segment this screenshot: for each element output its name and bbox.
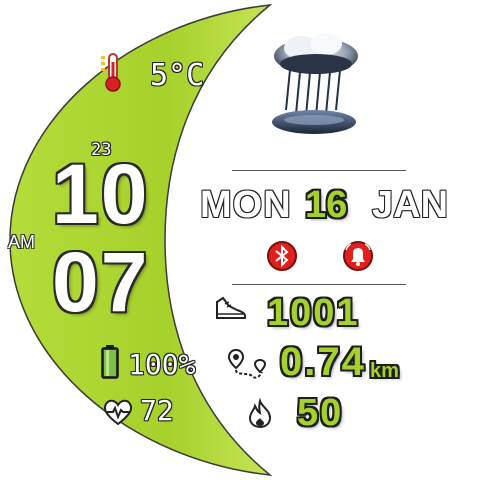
shoe-icon xyxy=(216,296,247,319)
steps-value: 1001 xyxy=(267,292,360,334)
day-name: MON xyxy=(200,184,292,226)
thermometer-icon xyxy=(101,53,121,92)
flame-icon xyxy=(248,398,272,429)
calories-value: 50 xyxy=(297,392,344,434)
month-name: JAN xyxy=(372,184,449,226)
temperature-value: 5°C xyxy=(150,58,205,93)
middle-divider xyxy=(232,284,406,285)
route-icon xyxy=(227,348,267,379)
hours-display: 10 xyxy=(52,147,150,241)
watch-face: 5°C 23 10 AM 07 100% 72 MON 16 JAN 1001 … xyxy=(0,0,480,480)
distance-value: 0.74 xyxy=(280,340,366,384)
top-divider xyxy=(232,170,406,171)
heart-rate-icon xyxy=(103,399,133,426)
battery-percent: 100% xyxy=(128,348,196,381)
alarm-icon xyxy=(343,241,373,271)
day-number: 16 xyxy=(305,184,348,226)
ampm-indicator: AM xyxy=(8,232,35,252)
distance-unit: km xyxy=(370,360,399,382)
bluetooth-icon xyxy=(267,241,297,271)
heart-rate-value: 72 xyxy=(140,394,174,427)
minutes-display: 07 xyxy=(52,235,150,329)
battery-icon xyxy=(101,345,119,379)
rain-cloud-icon xyxy=(272,33,358,134)
